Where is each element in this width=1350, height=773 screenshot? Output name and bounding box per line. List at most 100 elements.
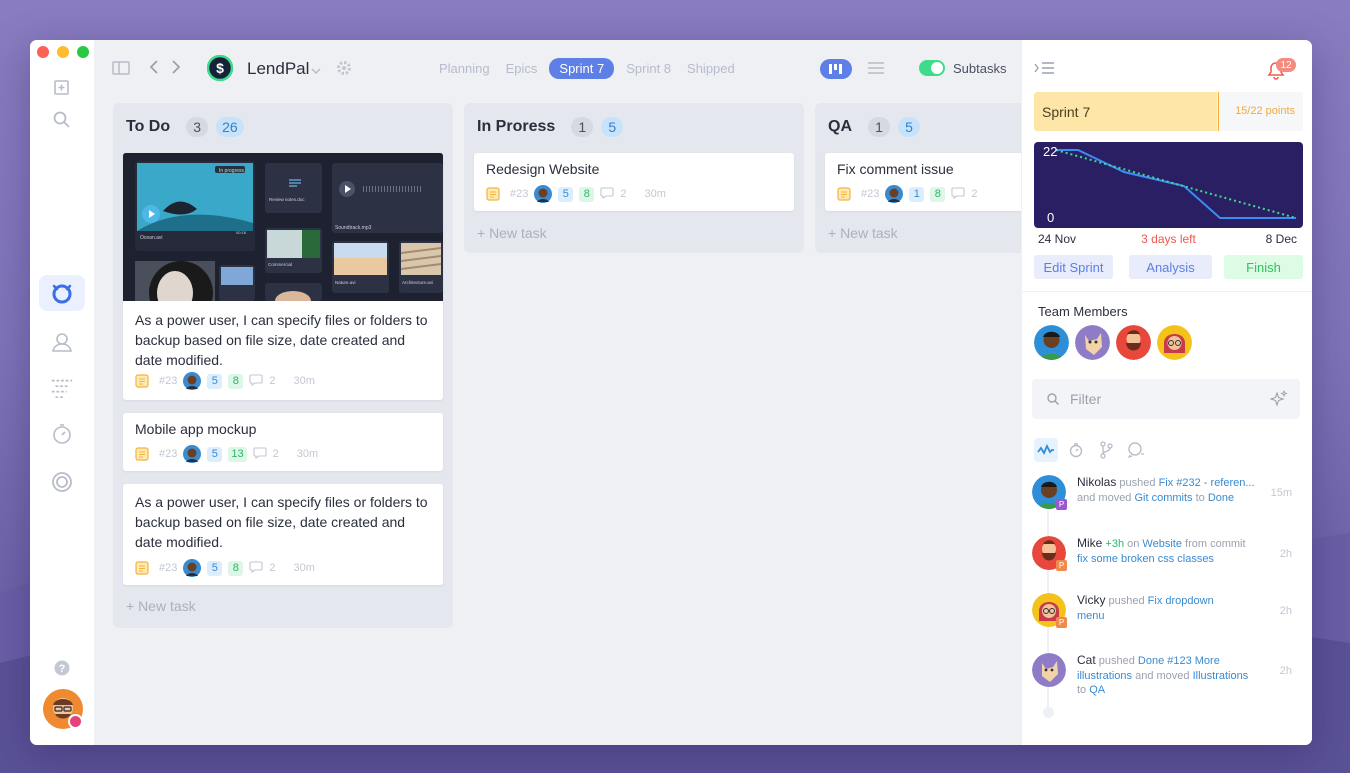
burndown-chart: 22 0 bbox=[1034, 142, 1303, 228]
project-logo[interactable]: $ bbox=[207, 55, 233, 81]
collapse-panel-icon[interactable] bbox=[1034, 61, 1056, 80]
sidebar-toggle-icon[interactable] bbox=[112, 60, 130, 81]
comment-icon bbox=[600, 186, 614, 202]
new-task-icon[interactable] bbox=[50, 76, 74, 100]
card-meta: #23 5 8 2 30m bbox=[486, 185, 666, 203]
minimize-window-button[interactable] bbox=[57, 46, 69, 58]
card-title: As a power user, I can specify files or … bbox=[135, 494, 428, 550]
assignee-avatar[interactable] bbox=[183, 445, 202, 463]
analysis-button[interactable]: Analysis bbox=[1129, 255, 1212, 279]
assignee-avatar[interactable] bbox=[885, 185, 904, 203]
comment-count: 2 bbox=[269, 375, 276, 387]
timer-tab[interactable] bbox=[1064, 438, 1088, 462]
member-avatar[interactable] bbox=[1034, 325, 1069, 360]
chevron-down-icon[interactable] bbox=[311, 62, 321, 80]
new-task-button[interactable]: + New task bbox=[477, 225, 547, 241]
note-icon bbox=[837, 187, 851, 201]
card-id: #23 bbox=[159, 375, 178, 387]
maximize-window-button[interactable] bbox=[77, 46, 89, 58]
hero-duration: 00:16 bbox=[236, 230, 247, 235]
tab-sprint-7[interactable]: Sprint 7 bbox=[549, 58, 615, 79]
assignee-avatar[interactable] bbox=[534, 185, 553, 203]
chat-icon bbox=[1127, 442, 1144, 458]
note-icon bbox=[135, 561, 149, 575]
timeline-end-dot bbox=[1043, 707, 1054, 718]
stopwatch-icon[interactable] bbox=[50, 422, 74, 446]
member-avatar[interactable] bbox=[1075, 325, 1110, 360]
sprint-points: 15/22 points bbox=[1235, 105, 1295, 117]
card-meta: #23 1 8 2 bbox=[837, 185, 977, 203]
comments-tab[interactable] bbox=[1124, 438, 1148, 462]
tab-epics[interactable]: Epics bbox=[502, 58, 542, 79]
pulse-icon bbox=[1037, 443, 1054, 455]
project-name[interactable]: LendPal bbox=[247, 59, 309, 79]
tab-sprint-8[interactable]: Sprint 8 bbox=[622, 58, 675, 79]
activity-item[interactable]: Cat pushed Done #123 More illustrations … bbox=[1032, 653, 1302, 703]
estimate-badge: 5 bbox=[558, 186, 574, 202]
forward-icon[interactable] bbox=[170, 59, 182, 80]
activity-tab[interactable] bbox=[1034, 438, 1058, 462]
svg-text:$: $ bbox=[216, 60, 224, 76]
member-avatar[interactable] bbox=[1157, 325, 1192, 360]
list-view-icon[interactable] bbox=[867, 61, 885, 80]
search-icon[interactable] bbox=[50, 108, 74, 132]
task-card[interactable]: Fix comment issue #23 1 8 2 bbox=[825, 153, 1021, 211]
tab-shipped[interactable]: Shipped bbox=[683, 58, 739, 79]
backlog-icon[interactable] bbox=[50, 376, 74, 400]
branch-tab[interactable] bbox=[1094, 438, 1118, 462]
gear-icon[interactable] bbox=[336, 60, 352, 81]
people-icon[interactable] bbox=[50, 330, 74, 354]
task-card[interactable]: Redesign Website #23 5 8 2 30m bbox=[474, 153, 794, 211]
search-icon bbox=[1047, 393, 1059, 405]
points-badge: 8 bbox=[228, 560, 244, 576]
points-badge: 13 bbox=[228, 446, 247, 462]
comment-icon bbox=[951, 186, 965, 202]
card-title: Redesign Website bbox=[486, 161, 600, 177]
comment-count: 2 bbox=[971, 188, 978, 200]
sparkle-icon[interactable] bbox=[1270, 390, 1288, 408]
reports-icon[interactable] bbox=[50, 470, 74, 494]
comment-icon bbox=[249, 560, 263, 576]
member-avatar[interactable] bbox=[1116, 325, 1151, 360]
task-card[interactable]: In progress Ocean.avi Review notes.doc S… bbox=[123, 153, 443, 400]
burndown-actual-line bbox=[1056, 149, 1296, 219]
app-window: ? $ LendPal Planning Epics Sprint 7 Spri… bbox=[30, 40, 1312, 745]
activity-time: 2h bbox=[1279, 548, 1292, 560]
board-view-button[interactable] bbox=[820, 59, 852, 79]
activity-badge: P bbox=[1056, 499, 1067, 510]
activity-item[interactable]: P Nikolas pushed Fix #232 - referen... a… bbox=[1032, 475, 1302, 515]
board-nav-button[interactable] bbox=[39, 275, 85, 311]
hero-file-3: Soundtrack.mp3 bbox=[335, 225, 372, 231]
assignee-avatar[interactable] bbox=[183, 559, 202, 577]
estimate-badge: 5 bbox=[207, 373, 223, 389]
sprint-progress[interactable]: Sprint 7 15/22 points bbox=[1034, 92, 1303, 131]
comment-count: 2 bbox=[620, 188, 627, 200]
help-icon[interactable]: ? bbox=[50, 656, 74, 680]
edit-sprint-button[interactable]: Edit Sprint bbox=[1034, 255, 1113, 279]
sprint-tabs: Planning Epics Sprint 7 Sprint 8 Shipped bbox=[435, 58, 739, 79]
notifications-button[interactable]: 12 bbox=[1266, 58, 1296, 82]
activity-badge: P bbox=[1056, 560, 1067, 571]
new-task-button[interactable]: + New task bbox=[126, 598, 196, 614]
activity-item[interactable]: P Mike +3h on Website from commit fix so… bbox=[1032, 536, 1302, 576]
board-icon bbox=[52, 284, 72, 304]
task-card[interactable]: Mobile app mockup #23 5 13 2 30m bbox=[123, 413, 443, 471]
stopwatch-icon bbox=[1069, 443, 1083, 458]
user-avatar[interactable] bbox=[43, 689, 83, 729]
points-count: 5 bbox=[601, 117, 624, 137]
git-branch-icon bbox=[1100, 441, 1113, 459]
column-title: QA bbox=[828, 118, 852, 135]
subtasks-toggle[interactable] bbox=[919, 60, 945, 76]
back-icon[interactable] bbox=[148, 59, 160, 80]
filter-input[interactable]: Filter bbox=[1032, 379, 1300, 419]
tab-planning[interactable]: Planning bbox=[435, 58, 494, 79]
points-badge: 8 bbox=[228, 373, 244, 389]
activity-item[interactable]: P Vicky pushed Fix dropdown menu 2h bbox=[1032, 593, 1302, 633]
close-window-button[interactable] bbox=[37, 46, 49, 58]
finish-button[interactable]: Finish bbox=[1224, 255, 1303, 279]
new-task-button[interactable]: + New task bbox=[828, 225, 898, 241]
task-card[interactable]: As a power user, I can specify files or … bbox=[123, 484, 443, 585]
assignee-avatar[interactable] bbox=[183, 372, 202, 390]
card-meta: #23 5 8 2 30m bbox=[135, 372, 315, 390]
divider bbox=[1022, 291, 1312, 292]
